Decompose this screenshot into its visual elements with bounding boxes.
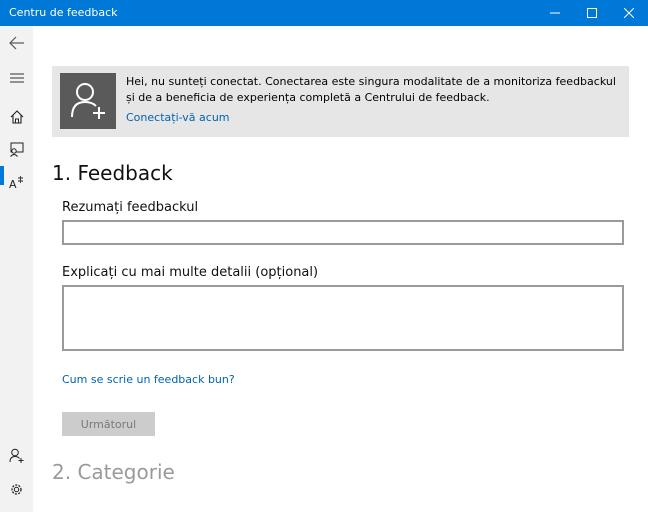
menu-button[interactable] — [0, 63, 33, 93]
back-arrow-icon — [8, 36, 24, 50]
next-button[interactable]: Următorul — [62, 412, 155, 436]
account-add-icon — [9, 448, 24, 463]
back-button[interactable] — [0, 28, 33, 58]
avatar — [60, 73, 116, 129]
window-title: Centru de feedback — [9, 6, 118, 19]
summary-label: Rezumați feedbackul — [62, 200, 199, 215]
close-button[interactable] — [606, 0, 648, 26]
gear-icon — [11, 483, 22, 495]
sidebar: A — [0, 26, 33, 512]
details-label: Explicați cu mai multe detalii (opțional… — [62, 265, 319, 280]
help-link[interactable]: Cum se scrie un feedback bun? — [62, 373, 235, 387]
sidebar-item-home[interactable] — [0, 102, 33, 132]
home-icon — [10, 110, 23, 124]
feedback-icon — [10, 142, 24, 157]
hamburger-icon — [9, 73, 24, 83]
sign-in-link[interactable]: Conectați-vă acum — [126, 111, 230, 125]
summary-input[interactable] — [62, 220, 624, 245]
sidebar-item-announcements[interactable]: A — [0, 167, 33, 197]
main-content: Hei, nu sunteți conectat. Conectarea est… — [33, 26, 648, 512]
sidebar-item-account[interactable] — [0, 440, 33, 470]
maximize-icon — [587, 8, 597, 18]
sign-in-banner: Hei, nu sunteți conectat. Conectarea est… — [52, 66, 629, 137]
sign-in-message: Hei, nu sunteți conectat. Conectarea est… — [126, 75, 616, 104]
details-textarea[interactable] — [62, 285, 624, 351]
account-add-icon — [71, 83, 105, 119]
section-title-feedback: 1. Feedback — [52, 161, 173, 185]
sidebar-item-feedback[interactable] — [0, 134, 33, 164]
section-title-category: 2. Categorie — [52, 460, 175, 484]
minimize-icon — [550, 12, 560, 14]
svg-text:A: A — [9, 178, 17, 190]
title-bar: Centru de feedback — [0, 0, 648, 26]
close-icon — [624, 8, 634, 18]
announcements-icon: A — [9, 175, 23, 190]
sidebar-item-settings[interactable] — [0, 474, 33, 504]
